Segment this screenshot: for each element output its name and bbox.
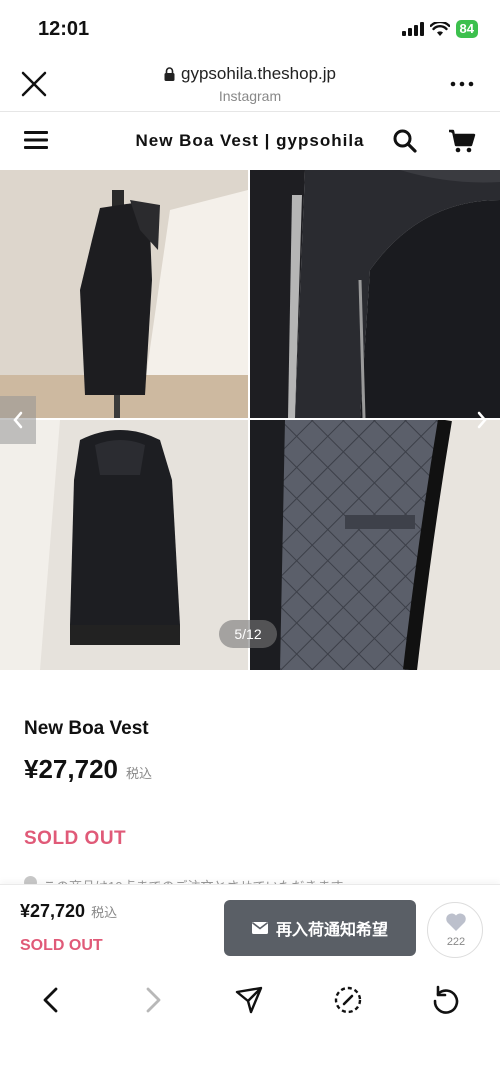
mail-icon — [251, 922, 268, 934]
forward-icon[interactable] — [136, 984, 168, 1016]
cart-icon[interactable] — [448, 128, 476, 154]
site-title[interactable]: New Boa Vest | gypsohila — [110, 131, 390, 151]
tax-label: 税込 — [125, 766, 152, 781]
slide-counter: 5/12 — [219, 620, 277, 648]
wifi-icon — [429, 21, 450, 36]
status-time: 12:01 — [38, 18, 90, 40]
product-photo-back — [0, 420, 248, 670]
browser-toolbar — [0, 966, 500, 1080]
gallery-next-button[interactable] — [464, 396, 500, 444]
compass-icon[interactable] — [332, 984, 364, 1016]
address-bar[interactable]: gypsohila.theshop.jp Instagram — [100, 64, 400, 104]
product-name: New Boa Vest — [24, 718, 149, 739]
reload-icon[interactable] — [430, 984, 462, 1016]
back-icon[interactable] — [36, 984, 68, 1016]
share-icon[interactable] — [233, 984, 265, 1016]
purchase-bar: ¥27,720 税込 SOLD OUT 再入荷通知希望 222 — [0, 884, 500, 966]
bar-price-row: ¥27,720 税込 — [20, 901, 117, 922]
url-text: gypsohila.theshop.jp — [180, 64, 336, 83]
bar-sold-out-status: SOLD OUT — [20, 937, 103, 954]
url-source: Instagram — [218, 88, 282, 104]
status-indicators: 84 — [401, 20, 478, 38]
bar-tax-label: 税込 — [91, 905, 118, 920]
lock-icon — [164, 67, 175, 81]
like-button[interactable]: 222 — [427, 902, 483, 958]
product-photo-side — [0, 170, 248, 418]
product-gallery[interactable]: 5/12 — [0, 170, 500, 670]
product-price: ¥27,720 — [24, 754, 118, 784]
battery-indicator: 84 — [455, 20, 478, 38]
chevron-right-icon — [477, 411, 487, 429]
status-bar: 12:01 84 — [0, 0, 500, 56]
site-nav: New Boa Vest | gypsohila — [0, 112, 500, 170]
bar-price: ¥27,720 — [20, 901, 86, 921]
close-icon[interactable] — [20, 70, 48, 98]
more-icon[interactable] — [448, 70, 476, 98]
price-row: ¥27,720 税込 — [24, 754, 152, 785]
chevron-left-icon — [13, 411, 23, 429]
like-count: 222 — [446, 936, 466, 948]
sold-out-status: SOLD OUT — [24, 828, 127, 849]
restock-notify-button[interactable]: 再入荷通知希望 — [224, 900, 416, 956]
restock-notify-label: 再入荷通知希望 — [275, 922, 388, 939]
menu-icon[interactable] — [24, 129, 48, 151]
browser-header: gypsohila.theshop.jp Instagram — [0, 56, 500, 112]
product-photo-closeup — [250, 170, 500, 418]
heart-icon — [446, 913, 466, 931]
search-icon[interactable] — [392, 128, 418, 154]
signal-icon — [401, 22, 424, 36]
product-photo-lining — [250, 420, 500, 670]
gallery-prev-button[interactable] — [0, 396, 36, 444]
